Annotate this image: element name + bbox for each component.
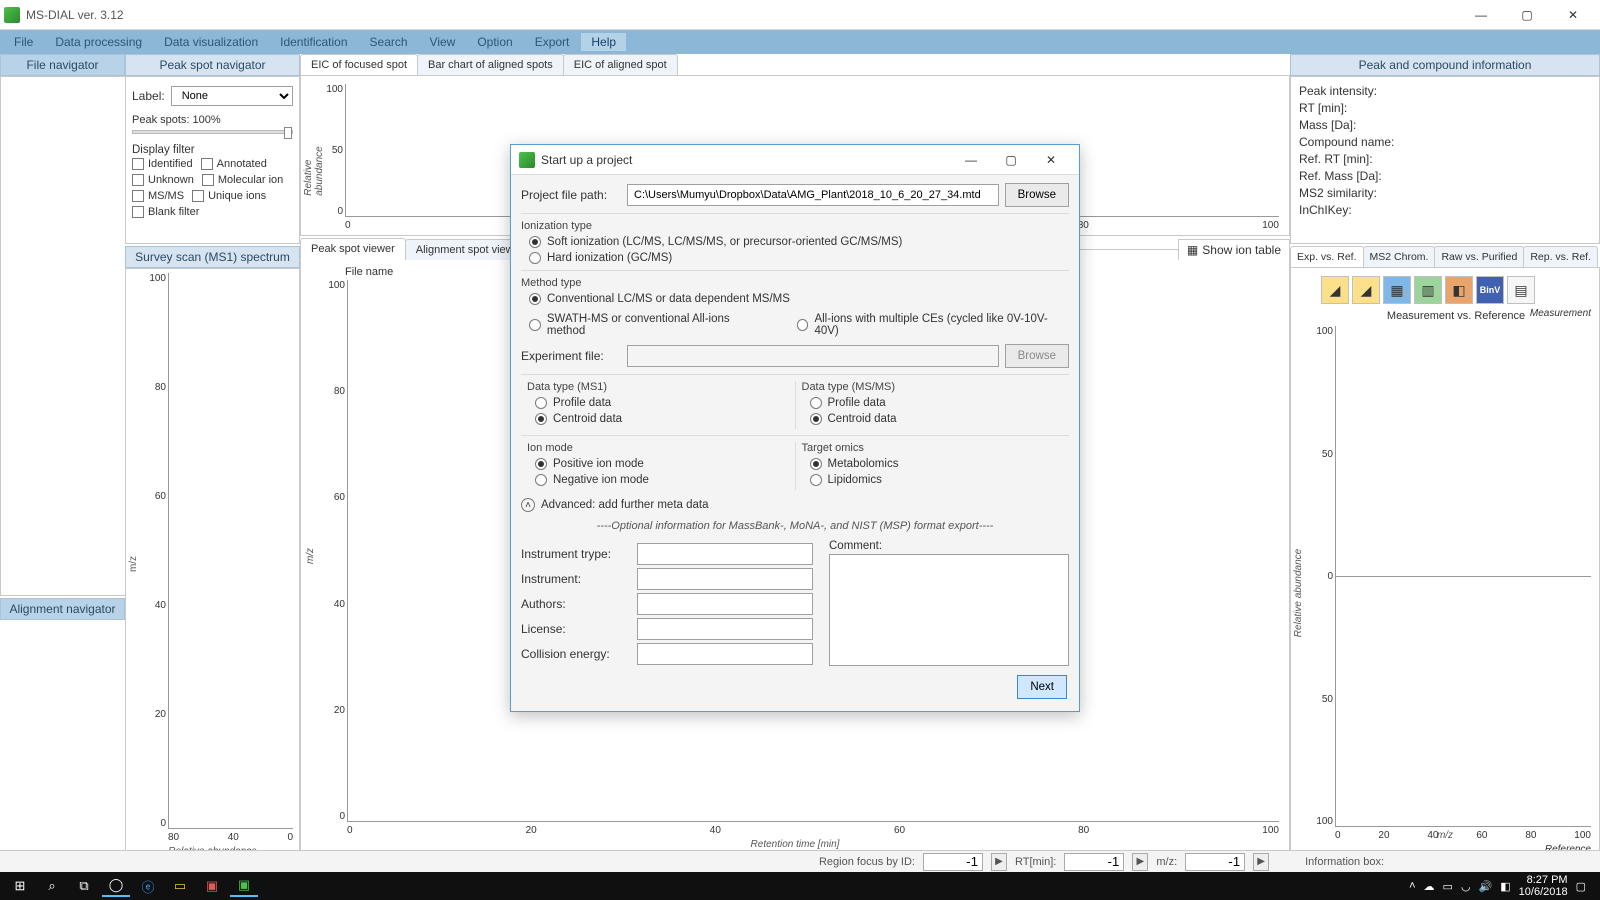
- dialog-titlebar: Start up a project — ▢ ✕: [511, 145, 1079, 175]
- instrument-type-input[interactable]: [637, 543, 813, 565]
- dialog-overlay: Start up a project — ▢ ✕ Project file pa…: [0, 0, 1600, 900]
- comment-textarea[interactable]: [829, 554, 1069, 666]
- authors-input[interactable]: [637, 593, 813, 615]
- method-type-label: Method type: [521, 277, 1069, 289]
- dialog-title: Start up a project: [541, 153, 951, 167]
- instrument-input[interactable]: [637, 568, 813, 590]
- project-path-label: Project file path:: [521, 188, 621, 202]
- radio-metabolomics[interactable]: Metabolomics: [810, 458, 1064, 470]
- license-label: License:: [521, 622, 631, 636]
- optional-note: ----Optional information for MassBank-, …: [521, 520, 1069, 532]
- ion-mode-label: Ion mode: [527, 442, 789, 454]
- radio-lipidomics[interactable]: Lipidomics: [810, 474, 1064, 486]
- radio-positive[interactable]: Positive ion mode: [535, 458, 789, 470]
- collision-energy-label: Collision energy:: [521, 647, 631, 661]
- radio-allions[interactable]: All-ions with multiple CEs (cycled like …: [797, 313, 1069, 337]
- data-type-msms-label: Data type (MS/MS): [802, 381, 1064, 393]
- experiment-file-label: Experiment file:: [521, 349, 621, 363]
- dialog-minimize[interactable]: —: [951, 146, 991, 174]
- collision-energy-input[interactable]: [637, 643, 813, 665]
- experiment-file-input[interactable]: [627, 345, 999, 367]
- chevron-up-icon: ˄: [521, 498, 535, 512]
- radio-conventional[interactable]: Conventional LC/MS or data dependent MS/…: [529, 293, 1069, 305]
- radio-msms-profile[interactable]: Profile data: [810, 397, 1064, 409]
- dialog-close[interactable]: ✕: [1031, 146, 1071, 174]
- instrument-type-label: Instrument trype:: [521, 547, 631, 561]
- startup-project-dialog: Start up a project — ▢ ✕ Project file pa…: [510, 144, 1080, 712]
- dialog-app-icon: [519, 152, 535, 168]
- instrument-label: Instrument:: [521, 572, 631, 586]
- radio-hard-ionization[interactable]: Hard ionization (GC/MS): [529, 252, 1069, 264]
- radio-ms1-centroid[interactable]: Centroid data: [535, 413, 789, 425]
- dialog-maximize[interactable]: ▢: [991, 146, 1031, 174]
- target-omics-label: Target omics: [802, 442, 1064, 454]
- project-path-browse-button[interactable]: Browse: [1005, 183, 1069, 207]
- project-path-input[interactable]: [627, 184, 999, 206]
- advanced-toggle[interactable]: ˄ Advanced: add further meta data: [521, 498, 1069, 512]
- comment-label: Comment:: [829, 540, 1069, 552]
- radio-msms-centroid[interactable]: Centroid data: [810, 413, 1064, 425]
- radio-ms1-profile[interactable]: Profile data: [535, 397, 789, 409]
- license-input[interactable]: [637, 618, 813, 640]
- authors-label: Authors:: [521, 597, 631, 611]
- next-button[interactable]: Next: [1017, 675, 1067, 699]
- experiment-file-browse-button[interactable]: Browse: [1005, 344, 1069, 368]
- data-type-ms1-label: Data type (MS1): [527, 381, 789, 393]
- radio-swath[interactable]: SWATH-MS or conventional All-ions method: [529, 313, 769, 337]
- radio-negative[interactable]: Negative ion mode: [535, 474, 789, 486]
- ionization-type-label: Ionization type: [521, 220, 1069, 232]
- radio-soft-ionization[interactable]: Soft ionization (LC/MS, LC/MS/MS, or pre…: [529, 236, 1069, 248]
